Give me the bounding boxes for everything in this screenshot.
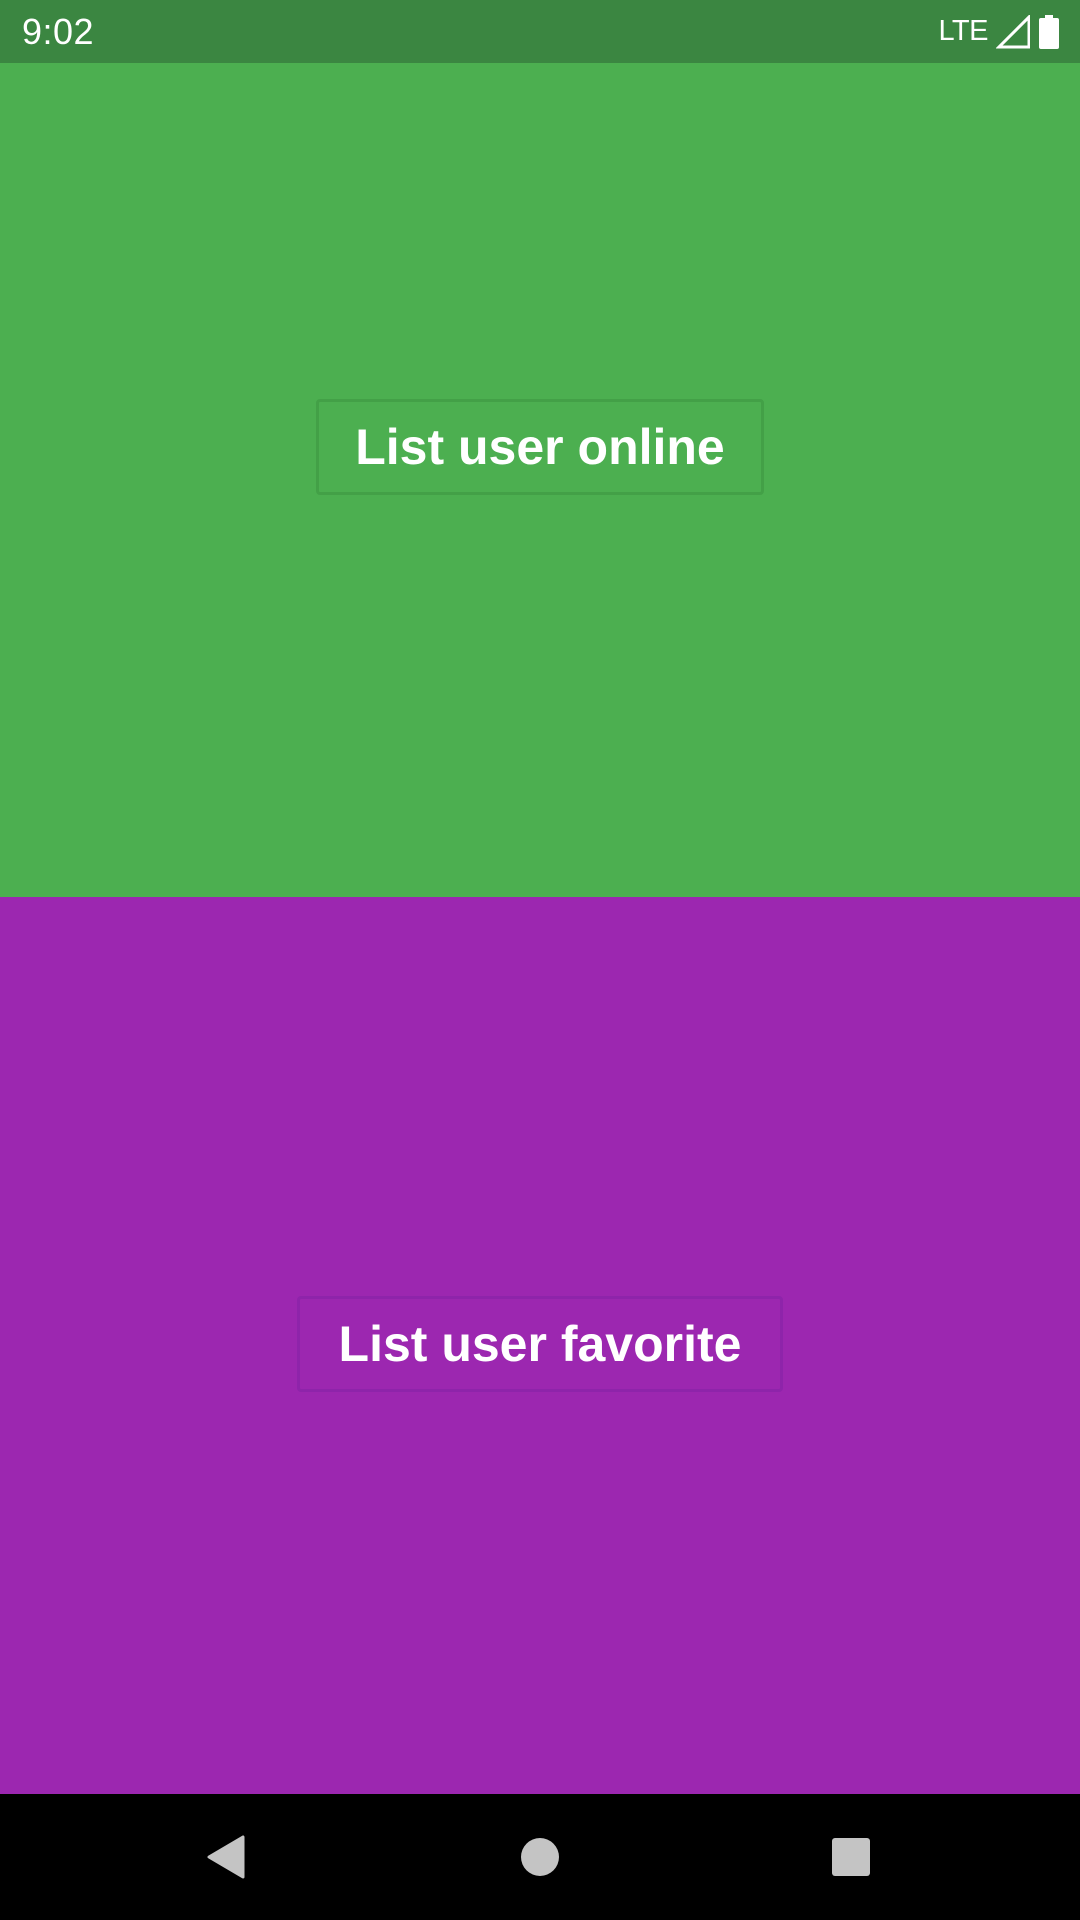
network-type-label: LTE [938,15,988,47]
home-circle-icon [520,1837,560,1877]
back-button[interactable] [156,1794,296,1920]
online-users-panel: List user online [0,63,1080,897]
status-time: 9:02 [22,10,95,52]
battery-icon [1038,14,1060,49]
favorite-users-panel: List user favorite [0,897,1080,1794]
recents-button[interactable] [781,1794,921,1920]
app-screen: 9:02 LTE List user online List user favo… [0,0,1080,1920]
status-icons: LTE [938,14,1060,49]
home-button[interactable] [470,1794,610,1920]
list-user-online-button[interactable]: List user online [316,399,764,495]
navigation-bar [0,1794,1080,1920]
recents-square-icon [831,1837,871,1877]
cell-signal-icon [996,14,1030,49]
back-triangle-icon [205,1835,247,1879]
status-bar: 9:02 LTE [0,0,1080,63]
list-user-favorite-button[interactable]: List user favorite [297,1296,783,1392]
